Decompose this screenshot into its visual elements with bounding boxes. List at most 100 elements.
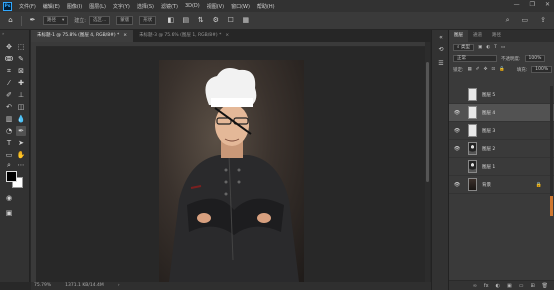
crop-tool-icon[interactable]: ⌗ [4,66,14,76]
menu-window[interactable]: 窗口(W) [231,3,250,10]
canvas-image-chef[interactable] [159,60,304,282]
zoom-level[interactable]: 75.79% [34,282,51,290]
path-operations-icon[interactable]: ◧ [166,16,175,25]
marquee-tool-icon[interactable]: ⬚ [16,42,26,52]
eyedropper-tool-icon[interactable]: ⁄ [4,78,14,88]
layer-row-selected[interactable]: 👁 图层 4 [449,104,554,122]
foreground-color-swatch[interactable] [6,171,17,182]
brush-tool-icon[interactable]: ✐ [4,90,14,100]
status-arrow-icon[interactable]: › [118,282,120,290]
menu-view[interactable]: 视图(V) [207,3,224,10]
lock-artboard-icon[interactable]: ⊡ [491,67,495,72]
lock-all-icon[interactable]: 🔒 [499,67,505,72]
eye-icon[interactable]: 👁 [452,146,462,152]
more-tools-icon[interactable]: ⋯ [16,160,26,170]
close-icon[interactable]: ✕ [545,1,550,8]
quick-select-tool-icon[interactable]: ✎ [16,54,26,64]
tab-channels[interactable]: 通道 [468,30,487,42]
dodge-tool-icon[interactable]: ◔ [4,126,14,136]
search-icon[interactable]: ⌕ [506,16,510,25]
layer-row[interactable]: 👁 图层 3 [449,122,554,140]
eye-icon[interactable]: 👁 [452,182,462,188]
eye-icon[interactable]: 👁 [452,110,462,116]
menu-select[interactable]: 选择(S) [137,3,154,10]
fill-input[interactable]: 100% [531,66,553,73]
selection-button[interactable]: 选区... [88,16,111,25]
menu-file[interactable]: 文件(F) [19,3,36,10]
layer-row[interactable]: 图层 1 [449,158,554,176]
tool-mode-select[interactable]: 路径 ▾ [43,16,69,25]
collapse-toolbar-icon[interactable]: » [2,31,4,36]
lasso-tool-icon[interactable]: ↂ [4,54,14,64]
menu-help[interactable]: 帮助(H) [257,3,275,10]
tab-document-3[interactable]: 未标题-3 @ 75.6% (图层 1, RGB/8#) * × [133,30,235,42]
healing-brush-tool-icon[interactable]: ✚ [16,78,26,88]
zoom-tool-icon[interactable]: ⌕ [4,160,14,170]
adjustment-layer-icon[interactable]: ◐ [496,283,500,289]
menu-type[interactable]: 文字(Y) [113,3,130,10]
eye-icon[interactable]: 👁 [452,128,462,134]
collapse-panels-icon[interactable]: « [437,34,445,42]
frame-tool-icon[interactable]: ⊠ [16,66,26,76]
trash-icon[interactable]: 🗑 [542,283,548,289]
canvas-vertical-scrollbar[interactable] [425,42,430,282]
rubber-band-icon[interactable]: ☐ [226,16,235,25]
pen-tool-icon[interactable]: ✒ [28,16,37,25]
menu-image[interactable]: 图像(I) [67,3,82,10]
close-tab-icon[interactable]: × [225,33,229,38]
scrollbar-thumb[interactable] [426,62,429,182]
tab-document-1[interactable]: 未标题-1 @ 75.8% (图层 4, RGB/8#) * × [31,30,134,42]
quick-mask-icon[interactable]: ◉ [4,193,14,203]
filter-pixel-icon[interactable]: ▣ [478,45,482,50]
tab-paths[interactable]: 路径 [487,30,506,42]
link-layers-icon[interactable]: ∞ [473,283,477,289]
hand-tool-icon[interactable]: ✋ [16,150,26,160]
share-icon[interactable]: ⇪ [540,16,546,25]
menu-edit[interactable]: 编辑(E) [43,3,60,10]
minimize-icon[interactable]: — [514,1,520,8]
lock-position-icon[interactable]: ✥ [484,67,488,72]
layers-scrollbar[interactable] [550,86,553,216]
new-group-icon[interactable]: ▭ [519,283,524,289]
menu-layer[interactable]: 图层(L) [89,3,106,10]
history-panel-icon[interactable]: ⟲ [437,46,445,54]
new-layer-icon[interactable]: ⊞ [530,283,534,289]
filter-adjust-icon[interactable]: ◐ [486,45,490,50]
blur-tool-icon[interactable]: 💧 [16,114,26,124]
layer-filter-select[interactable]: ⌕ 类型 [453,44,474,51]
history-brush-tool-icon[interactable]: ↶ [4,102,14,112]
layer-row[interactable]: 图层 5 [449,86,554,104]
workspace-icon[interactable]: ▭ [522,16,529,25]
home-icon[interactable]: ⌂ [6,16,15,25]
filter-type-icon[interactable]: T [494,45,497,50]
filter-shape-icon[interactable]: ▭ [501,45,505,50]
type-tool-icon[interactable]: T [4,138,14,148]
eraser-tool-icon[interactable]: ◫ [16,102,26,112]
properties-panel-icon[interactable]: ☰ [437,60,445,68]
scrollbar-thumb[interactable] [550,196,553,216]
restore-icon[interactable]: ❐ [530,1,535,8]
pen-tool-icon[interactable]: ✒ [16,126,26,136]
layer-style-icon[interactable]: fx [484,283,489,289]
move-tool-icon[interactable]: ✥ [4,42,14,52]
lock-pixels-icon[interactable]: ▦ [468,67,472,72]
layer-row[interactable]: 👁 图层 2 [449,140,554,158]
add-mask-icon[interactable]: ▣ [507,283,512,289]
settings-gear-icon[interactable]: ⚙ [211,16,220,25]
menu-filter[interactable]: 滤镜(T) [161,3,178,10]
mask-button[interactable]: 蒙版 [116,16,134,25]
auto-add-delete-icon[interactable]: ▦ [241,16,250,25]
layer-row-background[interactable]: 👁 背景 🔒 [449,176,554,194]
clone-stamp-tool-icon[interactable]: ⊥ [16,90,26,100]
path-select-tool-icon[interactable]: ➤ [16,138,26,148]
close-tab-icon[interactable]: × [123,33,127,38]
lock-paint-icon[interactable]: ✐ [476,67,480,72]
screen-mode-icon[interactable]: ▣ [4,208,14,218]
rectangle-tool-icon[interactable]: ▭ [4,150,14,160]
shape-button[interactable]: 形状 [139,16,157,25]
opacity-input[interactable]: 100% [524,55,546,62]
tab-layers[interactable]: 图层 [449,30,468,42]
menu-3d[interactable]: 3D(D) [185,3,200,9]
path-arrangement-icon[interactable]: ⇅ [196,16,205,25]
blend-mode-select[interactable]: 正常 [453,55,497,62]
